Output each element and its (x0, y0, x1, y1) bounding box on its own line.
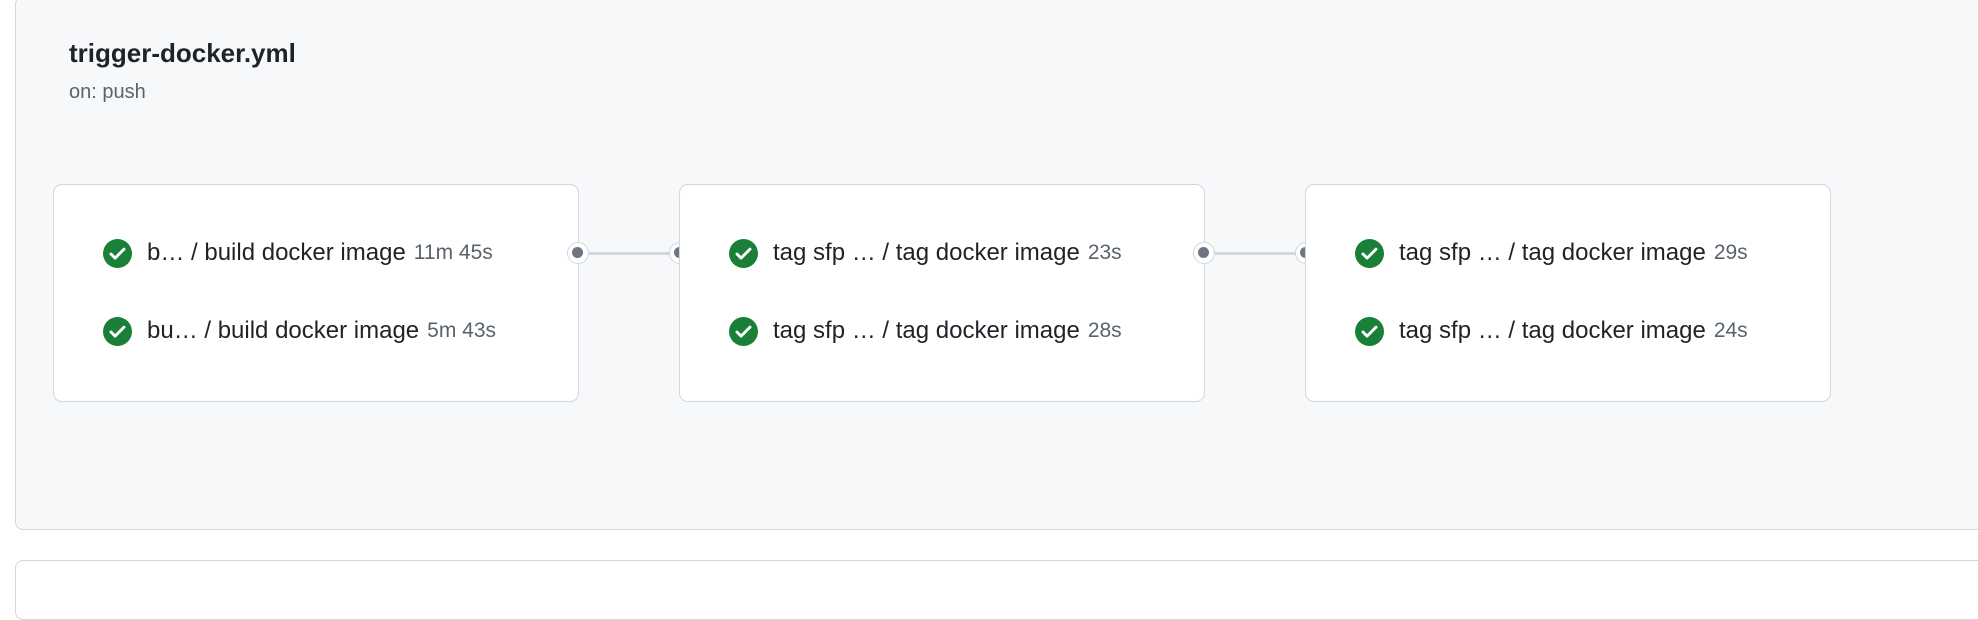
job-item[interactable]: tag sfp … / tag docker image 29s (1355, 236, 1748, 270)
job-duration: 5m 43s (427, 319, 497, 342)
check-circle-icon (729, 316, 758, 346)
job-duration: 29s (1713, 241, 1748, 264)
job-name: tag sfp … / tag docker image (1399, 317, 1706, 344)
check-circle-icon (1355, 238, 1384, 268)
job-name: bu… / build docker image (147, 317, 420, 344)
check-circle-icon (1355, 316, 1384, 346)
next-panel (15, 560, 1978, 620)
job-name: b… / build docker image (147, 239, 406, 266)
job-item[interactable]: bu… / build docker image 5m 43s (103, 314, 496, 348)
job-group-3 (1305, 184, 1831, 402)
check-circle-icon (103, 316, 132, 346)
job-output-node (567, 242, 589, 264)
job-group-1 (53, 184, 579, 402)
job-item[interactable]: b… / build docker image 11m 45s (103, 236, 493, 270)
job-item[interactable]: tag sfp … / tag docker image 28s (729, 314, 1122, 348)
job-group-2 (679, 184, 1205, 402)
job-output-node (1193, 242, 1215, 264)
job-duration: 11m 45s (413, 241, 493, 264)
job-item[interactable]: tag sfp … / tag docker image 24s (1355, 314, 1748, 348)
job-connector-line (578, 252, 680, 255)
job-item[interactable]: tag sfp … / tag docker image 23s (729, 236, 1122, 270)
job-duration: 24s (1713, 319, 1748, 342)
check-circle-icon (729, 238, 758, 268)
job-name: tag sfp … / tag docker image (773, 317, 1080, 344)
check-circle-icon (103, 238, 132, 268)
job-name: tag sfp … / tag docker image (1399, 239, 1706, 266)
workflow-file-name[interactable]: trigger-docker.yml (69, 38, 296, 69)
job-connector-line (1204, 252, 1306, 255)
job-duration: 28s (1087, 319, 1122, 342)
workflow-trigger: on: push (69, 81, 146, 103)
job-duration: 23s (1087, 241, 1122, 264)
job-name: tag sfp … / tag docker image (773, 239, 1080, 266)
